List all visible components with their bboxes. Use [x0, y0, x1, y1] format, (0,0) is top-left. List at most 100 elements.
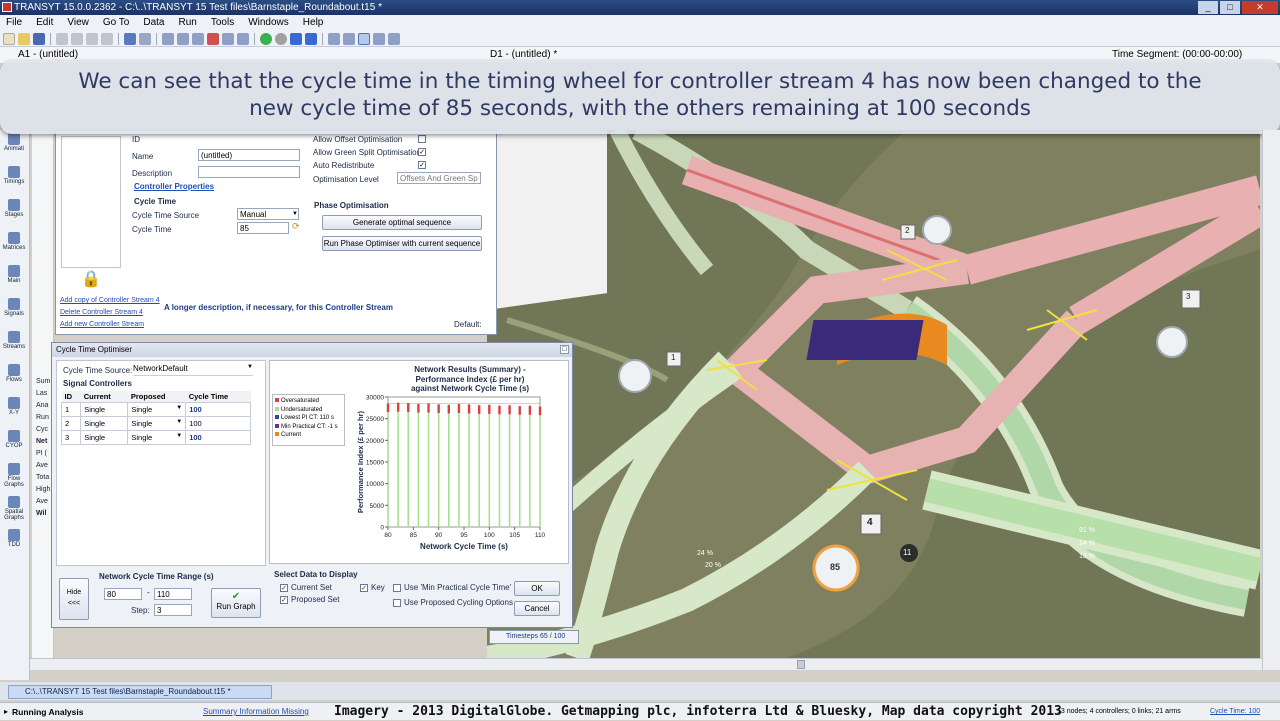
description-input[interactable] [198, 166, 300, 178]
cancel-button[interactable]: Cancel [514, 601, 560, 616]
menu-view[interactable]: View [67, 15, 89, 31]
name-input[interactable]: (untitled) [198, 149, 300, 161]
range-to-input[interactable]: 110 [154, 588, 192, 600]
scroll-thumb[interactable] [797, 660, 805, 669]
menu-run[interactable]: Run [178, 15, 196, 31]
sort-icon[interactable] [343, 32, 355, 45]
tree-view-icon[interactable] [162, 32, 174, 45]
horizontal-scrollbar[interactable] [30, 658, 1262, 670]
summary-missing-link[interactable]: Summary Information Missing [203, 703, 309, 721]
nav-spatial-graphs[interactable]: Spatial Graphs [0, 496, 28, 526]
minimize-button[interactable]: _ [1198, 1, 1218, 14]
ok-button[interactable]: OK [514, 581, 560, 596]
controller-properties-link[interactable]: Controller Properties [134, 182, 214, 191]
source-select[interactable]: NetworkDefault ▼ [133, 364, 253, 376]
menu-windows[interactable]: Windows [248, 15, 289, 31]
row-proposed-select[interactable]: Single ▼ [127, 430, 187, 445]
lock-icon[interactable]: 🔒 [81, 269, 101, 289]
new-file-icon[interactable] [3, 32, 15, 45]
close-button[interactable]: ✕ [1242, 1, 1278, 14]
nav-timings[interactable]: Timings [0, 166, 28, 196]
add-new-controller-link[interactable]: Add new Controller Stream [60, 321, 144, 328]
grid-view-icon[interactable] [177, 32, 189, 45]
tab-barnstaple-file[interactable]: C:\..\TRANSYT 15 Test files\Barnstaple_R… [8, 685, 272, 699]
nav-animation[interactable]: Animati [0, 133, 28, 163]
calc-icon[interactable] [373, 32, 385, 45]
redo-icon[interactable] [139, 32, 151, 45]
layout-icon[interactable] [192, 32, 204, 45]
vertical-scrollbar[interactable] [1262, 130, 1280, 670]
step-input[interactable]: 3 [154, 604, 192, 616]
undo-icon[interactable] [124, 32, 136, 45]
stop-icon[interactable] [275, 32, 287, 45]
network-icon[interactable] [328, 32, 340, 45]
row-proposed-select[interactable]: Single ▼ [127, 416, 187, 431]
arrow-up-icon[interactable] [290, 32, 302, 45]
menu-edit[interactable]: Edit [36, 15, 53, 31]
nav-main[interactable]: Main [0, 265, 28, 295]
maximize-icon[interactable]: □ [560, 345, 569, 354]
menu-goto[interactable]: Go To [103, 15, 130, 31]
add-copy-link[interactable]: Add copy of Controller Stream 4 [60, 297, 160, 304]
nav-flows[interactable]: Flows [0, 364, 28, 394]
print-icon[interactable] [86, 32, 98, 45]
cycle-time-status-link[interactable]: Cycle Time: 100 [1210, 703, 1260, 721]
table-icon[interactable] [222, 32, 234, 45]
save-icon[interactable] [33, 32, 45, 45]
nav-xy[interactable]: X-Y [0, 397, 28, 427]
export-icon[interactable] [237, 32, 249, 45]
offset-opt-checkbox[interactable] [418, 135, 426, 143]
nav-cyop[interactable]: CYOP [0, 430, 28, 460]
row-current: Single [80, 402, 129, 417]
help-icon[interactable] [388, 32, 400, 45]
menu-help[interactable]: Help [303, 15, 324, 31]
auto-redistribute-checkbox[interactable]: ✓ [418, 161, 426, 169]
nav-flow-graphs[interactable]: Flow Graphs [0, 463, 28, 493]
open-folder-icon[interactable] [18, 32, 30, 45]
green-split-checkbox[interactable]: ✓ [418, 148, 426, 156]
cut-icon[interactable] [56, 32, 68, 45]
paste-icon[interactable] [101, 32, 113, 45]
hide-button[interactable]: Hide <<< [59, 578, 89, 620]
key-option[interactable]: ✓ Key [360, 583, 385, 592]
run-green-icon[interactable] [260, 32, 272, 45]
row-cycle[interactable]: 100 [185, 402, 251, 417]
network-map[interactable]: 85 1 2 3 4 11 91 % 14 % 13 % 24 % 20 % T… [487, 130, 1260, 658]
current-set-option[interactable]: ✓ Current Set [280, 583, 332, 592]
proposed-set-option[interactable]: ✓ Proposed Set [280, 595, 339, 604]
row-proposed-select[interactable]: Single ▼ [127, 402, 187, 417]
row-cycle[interactable]: 100 [185, 430, 251, 445]
report-icon[interactable] [207, 32, 219, 45]
arrow-down-icon[interactable] [305, 32, 317, 45]
menu-tools[interactable]: Tools [211, 15, 234, 31]
row-cycle[interactable]: 100 [185, 416, 251, 431]
range-from-input[interactable]: 80 [104, 588, 142, 600]
delete-controller-link[interactable]: Delete Controller Stream 4 [60, 309, 143, 316]
x-tick-label: 85 [410, 532, 418, 539]
timesteps-indicator[interactable]: Timesteps 65 / 100 [489, 630, 579, 644]
menu-data[interactable]: Data [143, 15, 164, 31]
nav-signals[interactable]: Signals [0, 298, 28, 328]
proposed-cycling-option[interactable]: Use Proposed Cycling Options [393, 598, 513, 607]
cycle-optimiser-icon[interactable] [358, 32, 370, 45]
generate-sequence-button[interactable]: Generate optimal sequence [322, 215, 482, 230]
bar-oversaturated [417, 403, 420, 413]
run-graph-button[interactable]: ✔ Run Graph [211, 588, 261, 618]
menu-file[interactable]: File [6, 15, 22, 31]
maximize-button[interactable]: □ [1220, 1, 1240, 14]
nav-stages[interactable]: Stages [0, 199, 28, 229]
copy-icon[interactable] [71, 32, 83, 45]
min-practical-option[interactable]: Use 'Min Practical Cycle Time' [393, 583, 511, 592]
run-phase-optimiser-button[interactable]: Run Phase Optimiser with current sequenc… [322, 236, 482, 251]
nav-tdd[interactable]: TDD [0, 529, 28, 559]
controller-list[interactable] [61, 136, 121, 268]
cycle-time-input[interactable]: 85 [237, 222, 289, 234]
table-row[interactable]: 2 Single Single ▼ 100 [60, 416, 251, 431]
opt-level-select[interactable]: Offsets And Green Sp [397, 172, 481, 184]
recalc-icon[interactable]: ⟳ [292, 221, 300, 232]
nav-streams[interactable]: Streams [0, 331, 28, 361]
nav-matrices[interactable]: Matrices [0, 232, 28, 262]
cycle-source-select[interactable]: Manual ▼ [237, 208, 299, 220]
table-row[interactable]: 1 Single Single ▼ 100 [60, 402, 251, 417]
table-row[interactable]: 3 Single Single ▼ 100 [60, 430, 251, 445]
